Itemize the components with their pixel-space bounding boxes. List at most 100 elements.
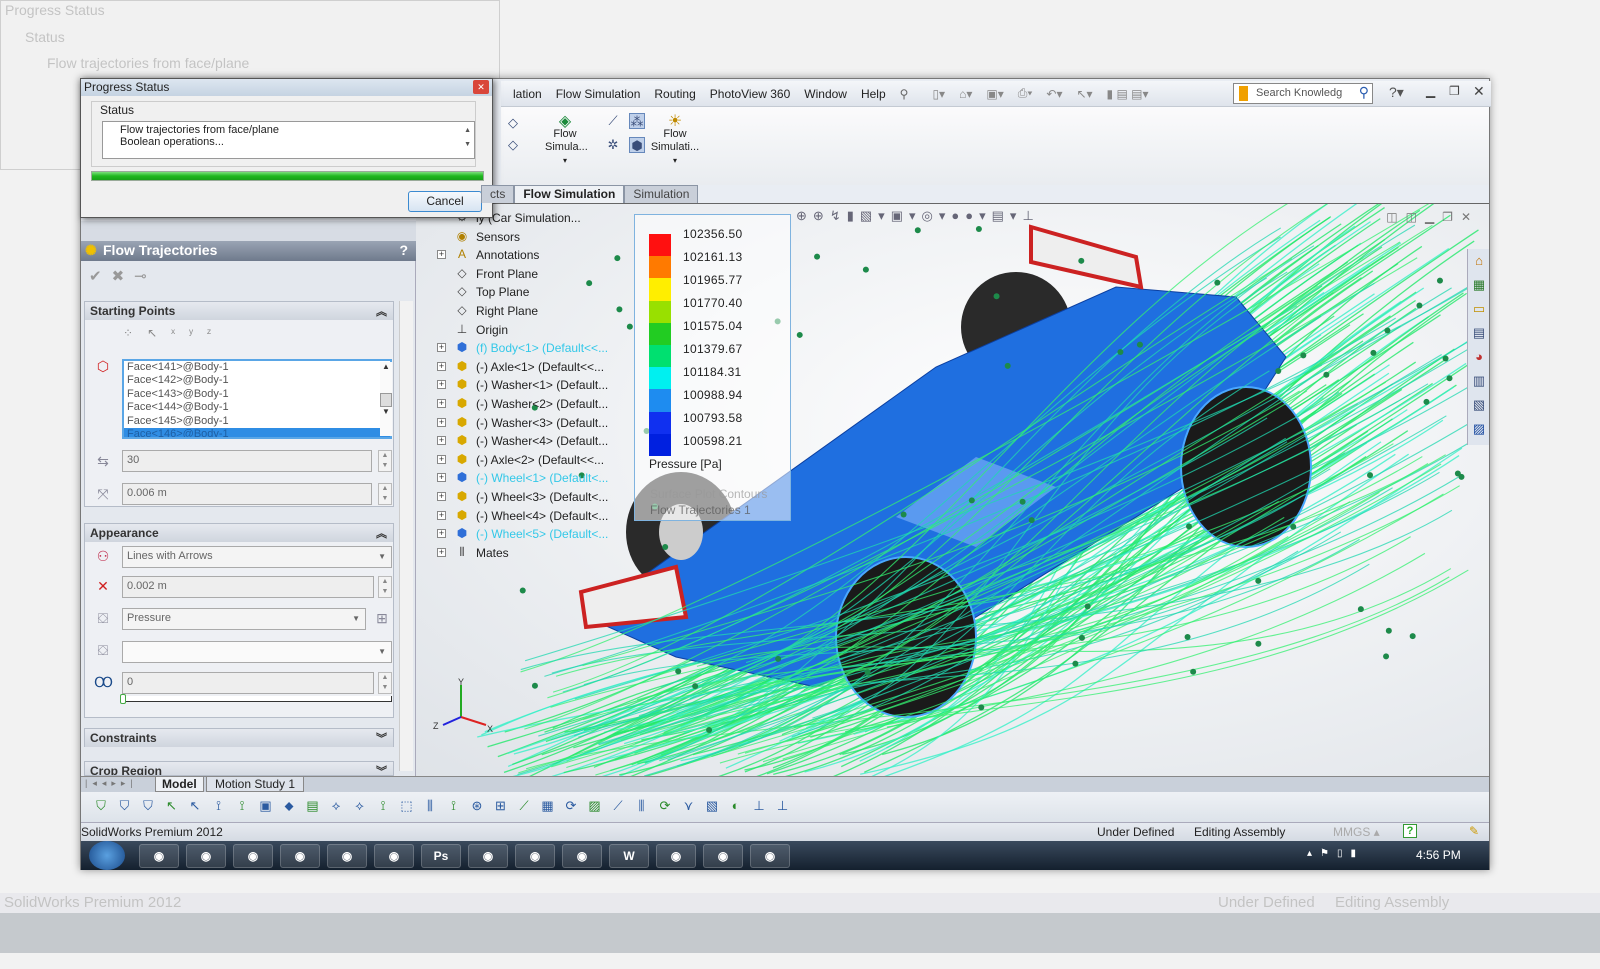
toolbar-tool-icon[interactable]: ▦: [540, 798, 556, 814]
tab-products[interactable]: cts: [481, 185, 515, 203]
taskbar-app-explorer[interactable]: ◉: [233, 844, 273, 868]
toolbar-tool-icon[interactable]: ▧: [704, 798, 720, 814]
toolbar-tool-icon[interactable]: ⬥: [281, 798, 297, 814]
tree-item[interactable]: + ⬢ (-) Wheel<3> (Default<...: [431, 488, 636, 507]
line-width-field[interactable]: 0.002 m: [122, 576, 374, 598]
face-list-item[interactable]: Face<146>@Body-1: [124, 427, 390, 437]
taskbar-app-acrobat[interactable]: ◉: [280, 844, 320, 868]
tree-item[interactable]: + ⬢ (f) Body<1> (Default<<...: [431, 339, 636, 358]
tab-simulation[interactable]: Simulation: [624, 185, 699, 203]
undo-icon[interactable]: ↶▾: [1046, 87, 1062, 101]
view-orientation-icon[interactable]: ▧▾: [860, 208, 891, 223]
taskbar-app-folder[interactable]: ◉: [656, 844, 696, 868]
dialog-close-button[interactable]: ✕: [473, 80, 489, 94]
toolbar-tool-icon[interactable]: ↖: [164, 798, 180, 814]
tab-model[interactable]: Model: [155, 776, 204, 792]
toolbar-tool-icon[interactable]: ▣: [258, 798, 274, 814]
tree-item[interactable]: + ⫴ Mates: [431, 544, 636, 563]
expand-toggle[interactable]: +: [437, 343, 446, 353]
results-icon[interactable]: ⁂: [629, 113, 645, 129]
face-list-item[interactable]: Face<141>@Body-1: [124, 361, 390, 374]
sketch-icon[interactable]: ◇: [505, 115, 521, 131]
taskbar-app-pdf[interactable]: ◉: [703, 844, 743, 868]
offset-field[interactable]: 0.006 m: [122, 483, 372, 505]
expand-toggle[interactable]: +: [437, 417, 446, 427]
width-spinner[interactable]: ▲ ▼: [378, 576, 392, 598]
home-icon[interactable]: ⌂: [1471, 253, 1487, 269]
toolbar-tool-icon[interactable]: ↖: [187, 798, 203, 814]
expand-toggle[interactable]: +: [437, 491, 446, 501]
toolbar-tool-icon[interactable]: ⟟: [375, 798, 391, 814]
flow-analysis-icon[interactable]: ▨: [1471, 421, 1487, 437]
taskbar-app-W[interactable]: W: [609, 844, 649, 868]
print-icon[interactable]: ⎙▾: [1018, 86, 1033, 101]
tree-item[interactable]: + ⬢ (-) Washer<4> (Default...: [431, 432, 636, 451]
rebuild-icon[interactable]: ▮ ▤ ▤▾: [1107, 87, 1149, 101]
taskbar-app-solidworks[interactable]: ◉: [562, 844, 602, 868]
start-button[interactable]: [89, 841, 125, 870]
close-button[interactable]: ✕: [1473, 83, 1485, 100]
zoom-to-fit-icon[interactable]: ⊕: [796, 208, 813, 223]
crop-region-section[interactable]: Crop Region ︾: [84, 761, 394, 776]
tree-item[interactable]: + ⬢ (-) Axle<1> (Default<<...: [431, 358, 636, 377]
split-view-icon[interactable]: ◫: [1386, 210, 1405, 224]
toolbar-tool-icon[interactable]: ⟟: [446, 798, 462, 814]
offset-spinner[interactable]: ▲ ▼: [378, 483, 392, 505]
library-icon[interactable]: ▦: [1471, 277, 1487, 293]
number-of-points-field[interactable]: 30: [122, 450, 372, 472]
toolbar-tool-icon[interactable]: ◐: [728, 798, 744, 814]
pushpin-icon[interactable]: ⊸: [134, 268, 157, 285]
pin-icon[interactable]: ⚲: [900, 87, 909, 101]
secondary-dropdown[interactable]: ▼: [122, 641, 392, 663]
tree-item[interactable]: + ⬢ (-) Washer<3> (Default...: [431, 414, 636, 433]
tree-item[interactable]: + ⬢ (-) Wheel<4> (Default<...: [431, 507, 636, 526]
toolbar-tool-icon[interactable]: ▨: [587, 798, 603, 814]
face-list-item[interactable]: Face<144>@Body-1: [124, 401, 390, 414]
taskbar-app-app[interactable]: ◉: [468, 844, 508, 868]
hide-show-icon[interactable]: ◎▾: [922, 208, 952, 223]
flow-simulation-button[interactable]: ◈ Flow Simula... ▾: [537, 114, 593, 167]
cancel-button[interactable]: Cancel: [408, 191, 482, 212]
tree-item[interactable]: + ⬢ (-) Washer<1> (Default...: [431, 376, 636, 395]
status-text-box[interactable]: Flow trajectories from face/plane Boolea…: [102, 121, 475, 159]
tab-motion-study[interactable]: Motion Study 1: [206, 776, 305, 792]
menu-simulation[interactable]: lation: [513, 87, 542, 101]
expand-toggle[interactable]: +: [437, 361, 446, 371]
expand-toggle[interactable]: +: [437, 250, 446, 260]
toolbar-tool-icon[interactable]: ⟳: [657, 798, 673, 814]
menu-routing[interactable]: Routing: [654, 87, 695, 101]
toolbar-tool-icon[interactable]: ⟟: [234, 798, 250, 814]
taskbar-app-chrome[interactable]: ◉: [139, 844, 179, 868]
transparency-slider[interactable]: [120, 694, 392, 704]
view-palette-icon[interactable]: ▤: [1471, 325, 1487, 341]
toolbar-tool-icon[interactable]: ⛉: [140, 798, 156, 814]
toolbar-tool-icon[interactable]: ⟟: [211, 798, 227, 814]
section-view-icon[interactable]: ▮: [847, 208, 860, 223]
toolbar-tool-icon[interactable]: ⬚: [399, 798, 415, 814]
expand-toggle[interactable]: +: [437, 473, 446, 483]
tray-icons[interactable]: ▴⚑▯▮: [1307, 848, 1364, 859]
toolbar-tool-icon[interactable]: ⟋: [516, 798, 532, 814]
slider-thumb[interactable]: [120, 694, 126, 704]
points-pattern-icon[interactable]: ⁘: [123, 326, 147, 340]
tools-icon[interactable]: ✲: [605, 137, 621, 153]
adjust-range-icon[interactable]: ⊞: [373, 610, 391, 628]
appearances-icon[interactable]: ◕: [1471, 349, 1487, 365]
status-scroll[interactable]: ▲ ▼: [464, 124, 471, 152]
save-icon[interactable]: ▣▾: [986, 87, 1003, 101]
taskbar-app-media[interactable]: ◉: [186, 844, 226, 868]
expand-toggle[interactable]: +: [437, 510, 446, 520]
previous-view-icon[interactable]: ↯: [830, 208, 847, 223]
toolbar-tool-icon[interactable]: ⊥: [751, 798, 767, 814]
toolbar-tool-icon[interactable]: ⊛: [469, 798, 485, 814]
taskbar-app-Ps[interactable]: Ps: [421, 844, 461, 868]
face-list-item[interactable]: Face<143>@Body-1: [124, 388, 390, 401]
toolbar-tool-icon[interactable]: ⫼: [634, 798, 650, 814]
viewport-close-icon[interactable]: ✕: [1461, 210, 1479, 224]
tree-item[interactable]: ◇ Front Plane: [431, 265, 636, 284]
ok-button[interactable]: ✔: [89, 268, 112, 285]
sketch2-icon[interactable]: ◇: [505, 137, 521, 153]
toolbar-tool-icon[interactable]: ▤: [305, 798, 321, 814]
cancel-x-button[interactable]: ✖: [112, 268, 135, 285]
file-explorer-icon[interactable]: ▭: [1471, 301, 1487, 317]
